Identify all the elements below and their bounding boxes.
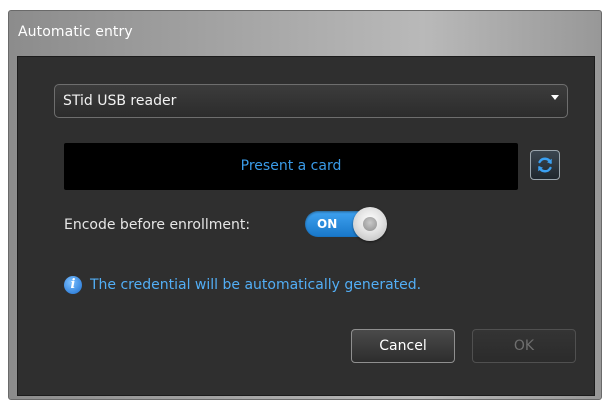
refresh-icon xyxy=(538,157,552,173)
dialog-title: Automatic entry xyxy=(18,24,133,40)
dialog-body: STid USB reader Present a card Encode be… xyxy=(17,56,595,396)
encode-toggle[interactable]: ON xyxy=(305,207,391,241)
ok-button[interactable]: OK xyxy=(472,329,576,363)
encode-before-enrollment-label: Encode before enrollment: xyxy=(64,217,251,233)
automatic-entry-dialog: Automatic entry STid USB reader Present … xyxy=(8,10,602,400)
info-text: The credential will be automatically gen… xyxy=(90,277,422,293)
reader-select[interactable]: STid USB reader xyxy=(54,84,568,118)
present-card-text: Present a card xyxy=(240,158,342,174)
toggle-state-label: ON xyxy=(317,217,338,231)
cancel-button[interactable]: Cancel xyxy=(351,329,455,363)
info-icon: i xyxy=(64,276,82,294)
reader-select-value: STid USB reader xyxy=(63,93,177,109)
refresh-button[interactable] xyxy=(530,150,560,180)
card-status-display: Present a card xyxy=(64,143,518,190)
chevron-down-icon xyxy=(551,95,559,100)
toggle-knob[interactable] xyxy=(353,207,387,241)
